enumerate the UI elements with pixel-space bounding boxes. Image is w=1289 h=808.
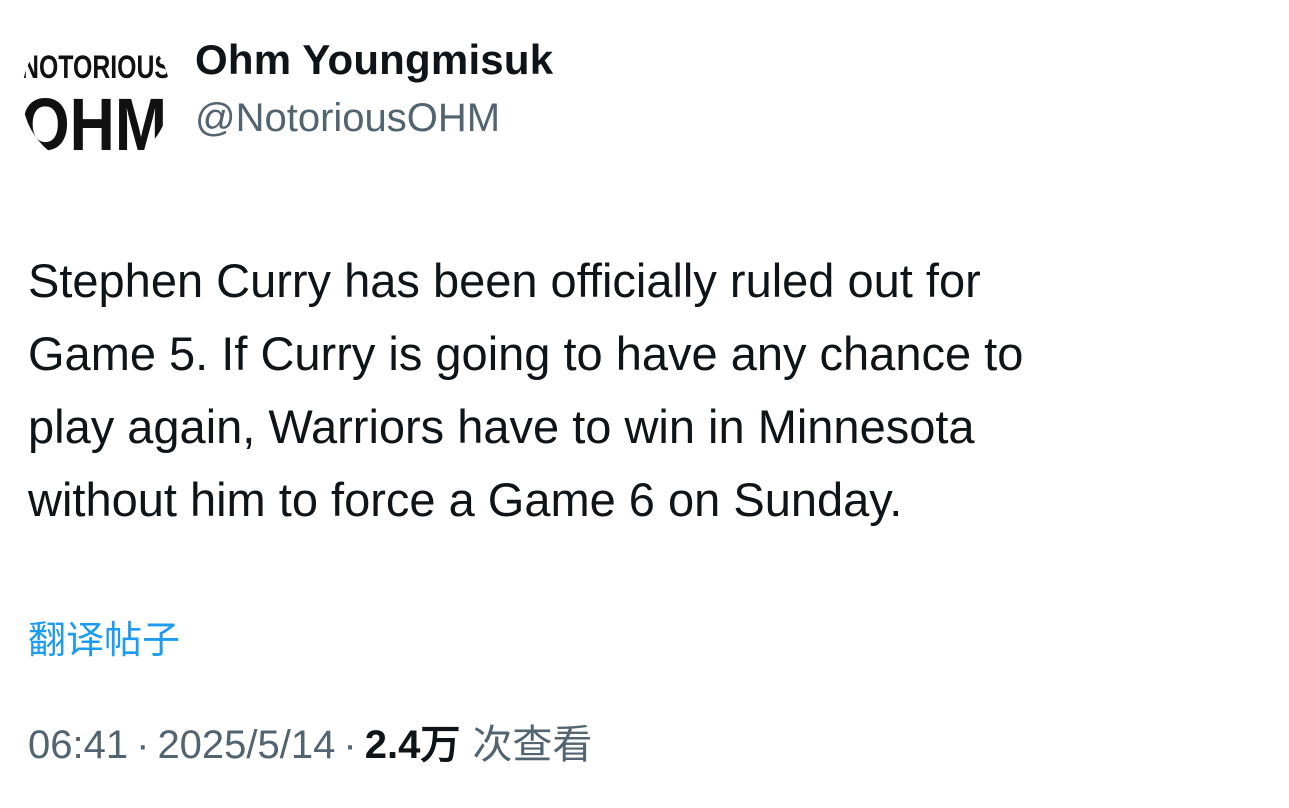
- avatar-logo: NOTORIOUS OHM: [22, 20, 170, 168]
- tweet-text-line: Stephen Curry has been officially ruled …: [28, 254, 981, 307]
- translate-post-link[interactable]: 翻译帖子: [28, 609, 180, 664]
- tweet-text-line: Game 5. If Curry is going to have any ch…: [28, 327, 1024, 380]
- avatar[interactable]: NOTORIOUS OHM: [22, 20, 170, 168]
- views-count: 2.4万: [364, 723, 461, 767]
- tweet-text-line: play again, Warriors have to win in Minn…: [28, 400, 975, 453]
- meta-separator: ·: [343, 723, 357, 767]
- post-time[interactable]: 06:41: [28, 723, 128, 768]
- meta-separator: ·: [136, 723, 150, 767]
- post-date[interactable]: 2025/5/14: [157, 723, 335, 768]
- tweet-meta: 06:41 · 2025/5/14 · 2.4万 次查看: [28, 712, 592, 770]
- avatar-text-bottom: OHM: [22, 83, 167, 166]
- user-handle[interactable]: @NotoriousOHM: [195, 96, 500, 141]
- tweet-text: Stephen Curry has been officially ruled …: [28, 244, 1248, 536]
- avatar-text-top: NOTORIOUS: [22, 49, 170, 85]
- tweet-text-line: without him to force a Game 6 on Sunday.: [28, 473, 903, 526]
- display-name[interactable]: Ohm Youngmisuk: [195, 36, 553, 84]
- views-label: 次查看: [472, 723, 593, 767]
